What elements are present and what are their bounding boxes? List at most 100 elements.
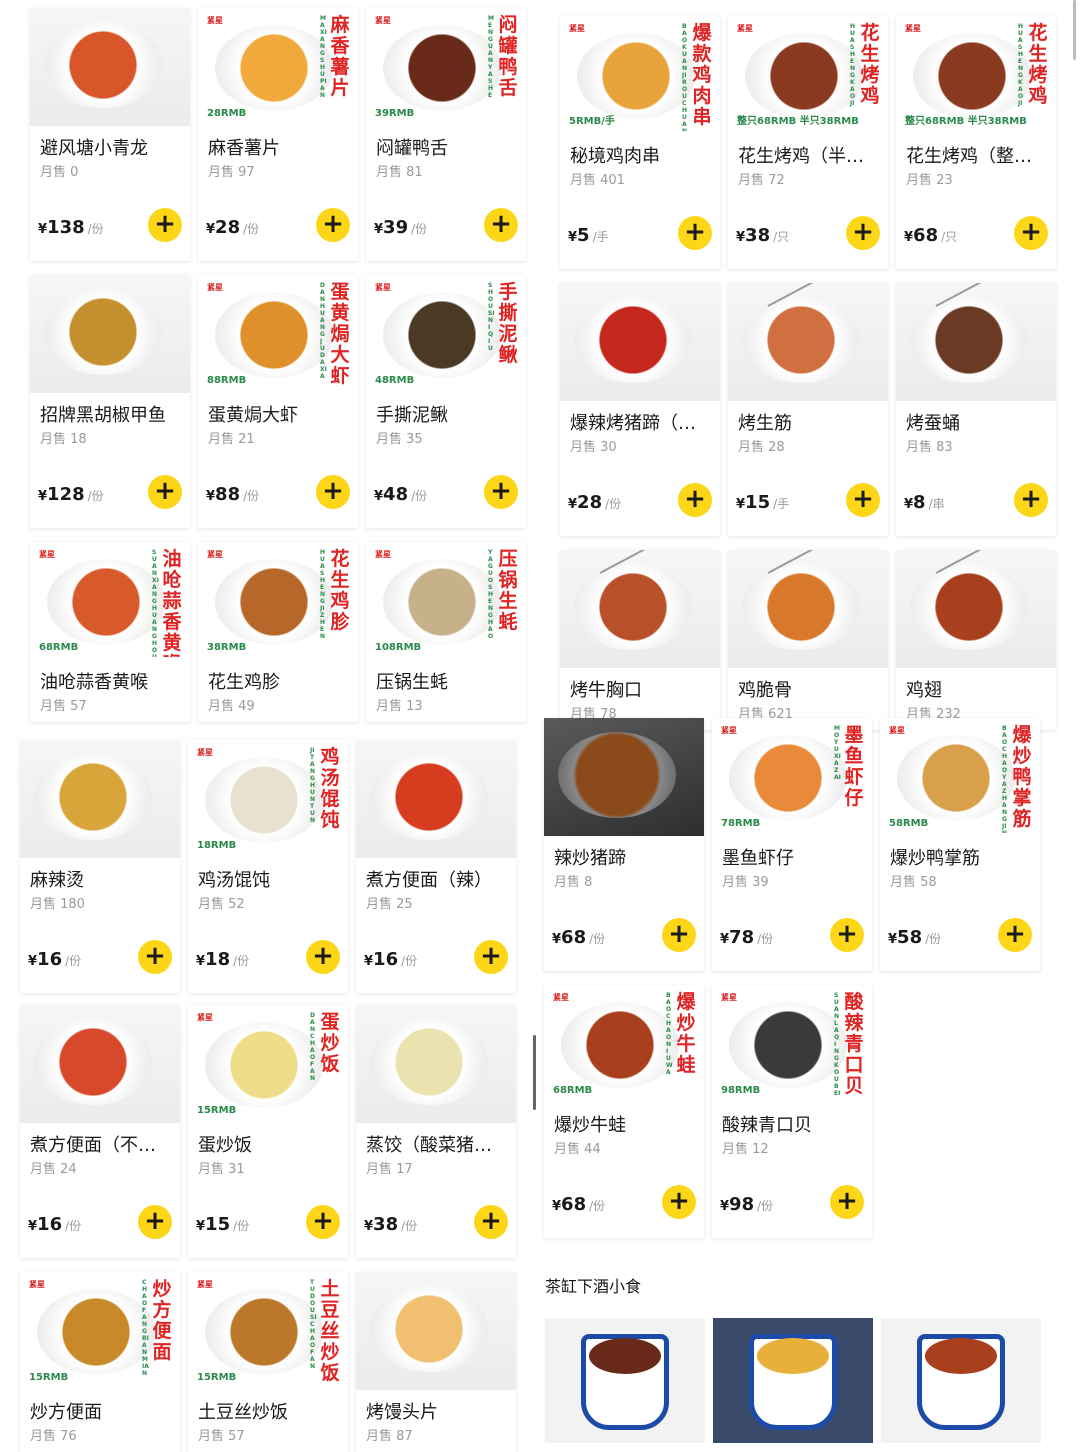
dish-image[interactable]: 紧星 爆炒鸭掌筋 BAOCHAOYAZHANGJIN 58RMB xyxy=(880,718,1040,836)
dish-image[interactable] xyxy=(356,1272,516,1390)
dish-image[interactable] xyxy=(560,283,720,401)
menu-item-card[interactable]: 紧星 手撕泥鳅 SHOUSINIQIU 48RMB 手撕泥鳅 月售 35 ¥48/份 + xyxy=(366,275,526,528)
menu-item-card[interactable]: 紧星 花生鸡胗 HUASHENGJIZHEN 38RMB 花生鸡胗 月售 49 xyxy=(198,542,358,722)
add-to-cart-button[interactable]: + xyxy=(662,1185,696,1219)
dish-image[interactable]: 紧星 油呛蒜香黄喉SUANXIANGHUANGHOU 68RMB xyxy=(30,542,190,660)
menu-item-card[interactable]: 紧星 爆炒鸭掌筋 BAOCHAOYAZHANGJIN 58RMB 爆炒鸭掌筋 月售 58 ¥… xyxy=(880,718,1040,971)
menu-item-card[interactable]: 烤蚕蛹 月售 83 ¥8/串 + xyxy=(896,283,1056,536)
dish-image[interactable] xyxy=(20,740,180,858)
add-to-cart-button[interactable]: + xyxy=(830,1185,864,1219)
menu-item-card[interactable]: 辣炒猪蹄 月售 8 ¥68/份 + xyxy=(544,718,704,971)
dish-image[interactable]: 紧星 手撕泥鳅 SHOUSINIQIU 48RMB xyxy=(366,275,526,393)
dish-image[interactable]: 紧星 花生烤鸡 HUASHENGKAOJI 整只68RMB 半只38RMB xyxy=(896,16,1056,134)
add-to-cart-button[interactable]: + xyxy=(830,918,864,952)
add-to-cart-button[interactable]: + xyxy=(138,1205,172,1239)
currency-symbol: ¥ xyxy=(206,222,216,237)
menu-item-card[interactable]: 紧星 墨鱼虾仔 MOYUXIAZAI 78RMB 墨鱼虾仔 月售 39 ¥78/份 + xyxy=(712,718,872,971)
add-to-cart-button[interactable]: + xyxy=(316,475,350,509)
dish-image[interactable]: 紧星 蛋炒饭 DANCHAOFAN 15RMB xyxy=(188,1005,348,1123)
menu-item-card[interactable]: 紧星 土豆丝炒饭 TUDOUSICHAOFAN 15RMB 土豆丝炒饭 月售 57 xyxy=(188,1272,348,1452)
menu-item-card[interactable]: 麻辣烫 月售 180 ¥16/份 + xyxy=(20,740,180,993)
menu-item-card[interactable]: 紧星 爆炒牛蛙 BAOCHAONIUWA 68RMB 爆炒牛蛙 月售 44 ¥68/份 + xyxy=(544,985,704,1238)
scrollbar-page[interactable] xyxy=(1073,0,1076,60)
dish-image[interactable] xyxy=(544,718,704,836)
menu-item-card[interactable]: 紧星 炒方便面 CHAOFANGBIANMIAN 15RMB 炒方便面 月售 76 xyxy=(20,1272,180,1452)
menu-item-card[interactable]: 煮方便面（不… 月售 24 ¥16/份 + xyxy=(20,1005,180,1258)
add-to-cart-button[interactable]: + xyxy=(846,483,880,517)
add-to-cart-button[interactable]: + xyxy=(138,940,172,974)
menu-item-card[interactable]: 紧星 蛋黄焗大虾 DANHUANGJUDAXIA 88RMB 蛋黄焗大虾 月售 21 ¥88… xyxy=(198,275,358,528)
menu-item-card[interactable]: 紧星 压锅生蚝 YAGUOSHENGHAO 108RMB 压锅生蚝 月售 13 xyxy=(366,542,526,722)
dish-image[interactable] xyxy=(728,550,888,668)
dish-image[interactable]: 紧星 爆款鸡肉串 BAOKUANJIROUCHUAN 5RMB/手 xyxy=(560,16,720,134)
dish-image[interactable] xyxy=(560,550,720,668)
promo-price-tag: 28RMB xyxy=(207,108,247,119)
add-to-cart-button[interactable]: + xyxy=(1014,483,1048,517)
dish-image[interactable] xyxy=(728,283,888,401)
dish-image[interactable]: 紧星 蛋黄焗大虾 DANHUANGJUDAXIA 88RMB xyxy=(198,275,358,393)
menu-item-card[interactable]: 鸡脆骨 月售 621 xyxy=(728,550,888,730)
add-to-cart-button[interactable]: + xyxy=(148,208,182,242)
menu-item-card[interactable]: 鸡翅 月售 232 xyxy=(896,550,1056,730)
menu-item-card[interactable]: 紧星 蛋炒饭 DANCHAOFAN 15RMB 蛋炒饭 月售 31 ¥15/份 + xyxy=(188,1005,348,1258)
price-unit: /份 xyxy=(411,489,428,503)
add-to-cart-button[interactable]: + xyxy=(484,475,518,509)
menu-item-card[interactable]: 紧星 爆款鸡肉串 BAOKUANJIROUCHUAN 5RMB/手 秘境鸡肉串 月售 40… xyxy=(560,16,720,269)
menu-item-card[interactable]: 烤馒头片 月售 87 xyxy=(356,1272,516,1452)
menu-item-card[interactable]: 烤牛胸口 月售 78 xyxy=(560,550,720,730)
dish-image[interactable]: 紧星 花生烤鸡 HUASHENGKAOJI 整只68RMB 半只38RMB xyxy=(728,16,888,134)
snack-mug-image[interactable] xyxy=(713,1318,873,1443)
add-to-cart-button[interactable]: + xyxy=(316,208,350,242)
add-to-cart-button[interactable]: + xyxy=(998,918,1032,952)
menu-item-card[interactable]: 紧星 鸡汤馄饨 JITANGHUNTUN 18RMB 鸡汤馄饨 月售 52 ¥18/份 + xyxy=(188,740,348,993)
add-to-cart-button[interactable]: + xyxy=(484,208,518,242)
menu-item-card[interactable]: 紧星 麻香薯片 MAXIANGSHUPIAN 28RMB 麻香薯片 月售 97 ¥28/份 + xyxy=(198,8,358,261)
snack-mug-image[interactable] xyxy=(545,1318,705,1443)
dish-image[interactable]: 紧星 压锅生蚝 YAGUOSHENGHAO 108RMB xyxy=(366,542,526,660)
dish-image[interactable]: 紧星 麻香薯片 MAXIANGSHUPIAN 28RMB xyxy=(198,8,358,126)
currency-symbol: ¥ xyxy=(364,954,374,969)
add-to-cart-button[interactable]: + xyxy=(1014,216,1048,250)
dish-image[interactable] xyxy=(356,1005,516,1123)
dish-image[interactable] xyxy=(896,283,1056,401)
add-to-cart-button[interactable]: + xyxy=(678,483,712,517)
dish-image[interactable] xyxy=(30,275,190,393)
dish-image[interactable] xyxy=(356,740,516,858)
menu-item-card[interactable]: 紧星 花生烤鸡 HUASHENGKAOJI 整只68RMB 半只38RMB 花生烤鸡（半… xyxy=(728,16,888,269)
add-to-cart-button[interactable]: + xyxy=(678,216,712,250)
brand-logo: 紧星 xyxy=(375,283,391,292)
dish-image[interactable] xyxy=(896,550,1056,668)
add-to-cart-button[interactable]: + xyxy=(662,918,696,952)
add-to-cart-button[interactable]: + xyxy=(846,216,880,250)
menu-item-card[interactable]: 紧星 酸辣青口贝 SUANLAQINGKOUBEI 98RMB 酸辣青口贝 月售 12 ¥9… xyxy=(712,985,872,1238)
dish-image[interactable]: 紧星 鸡汤馄饨 JITANGHUNTUN 18RMB xyxy=(188,740,348,858)
menu-item-card[interactable]: 紧星 闷罐鸭舌 MENGUANYASHE 39RMB 闷罐鸭舌 月售 81 ¥39/份 + xyxy=(366,8,526,261)
dish-image[interactable]: 紧星 花生鸡胗 HUASHENGJIZHEN 38RMB xyxy=(198,542,358,660)
brand-logo: 紧星 xyxy=(905,24,921,33)
add-to-cart-button[interactable]: + xyxy=(306,940,340,974)
dish-image[interactable]: 紧星 墨鱼虾仔 MOYUXIAZAI 78RMB xyxy=(712,718,872,836)
dish-image[interactable]: 紧星 酸辣青口贝 SUANLAQINGKOUBEI 98RMB xyxy=(712,985,872,1103)
dish-image[interactable]: 紧星 闷罐鸭舌 MENGUANYASHE 39RMB xyxy=(366,8,526,126)
menu-item-card[interactable]: 避风塘小青龙 月售 0 ¥138/份 + xyxy=(30,8,190,261)
dish-image[interactable]: 紧星 土豆丝炒饭 TUDOUSICHAOFAN 15RMB xyxy=(188,1272,348,1390)
menu-item-card[interactable]: 烤生筋 月售 28 ¥15/手 + xyxy=(728,283,888,536)
dish-image[interactable] xyxy=(20,1005,180,1123)
add-to-cart-button[interactable]: + xyxy=(474,1205,508,1239)
menu-item-card[interactable]: 蒸饺（酸菜猪… 月售 17 ¥38/份 + xyxy=(356,1005,516,1258)
scrollbar[interactable] xyxy=(533,1035,536,1110)
add-to-cart-button[interactable]: + xyxy=(148,475,182,509)
menu-item-card[interactable]: 紧星油呛蒜香黄喉SUANXIANGHUANGHOU68RMB油呛蒜香黄喉月售 5… xyxy=(30,542,190,722)
monthly-sales: 月售 39 xyxy=(722,875,769,890)
menu-item-card[interactable]: 爆辣烤猪蹄（… 月售 30 ¥28/份 + xyxy=(560,283,720,536)
menu-item-card[interactable]: 煮方便面（辣） 月售 25 ¥16/份 + xyxy=(356,740,516,993)
dish-image[interactable]: 紧星 爆炒牛蛙 BAOCHAONIUWA 68RMB xyxy=(544,985,704,1103)
add-to-cart-button[interactable]: + xyxy=(474,940,508,974)
dish-image[interactable] xyxy=(30,8,190,126)
menu-item-card[interactable]: 紧星 花生烤鸡 HUASHENGKAOJI 整只68RMB 半只38RMB 花生烤鸡（整… xyxy=(896,16,1056,269)
menu-item-card[interactable]: 招牌黑胡椒甲鱼 月售 18 ¥128/份 + xyxy=(30,275,190,528)
dish-image[interactable]: 紧星 炒方便面 CHAOFANGBIANMIAN 15RMB xyxy=(20,1272,180,1390)
add-to-cart-button[interactable]: + xyxy=(306,1205,340,1239)
dish-plate xyxy=(44,22,162,108)
snack-mug-image[interactable] xyxy=(881,1318,1041,1443)
